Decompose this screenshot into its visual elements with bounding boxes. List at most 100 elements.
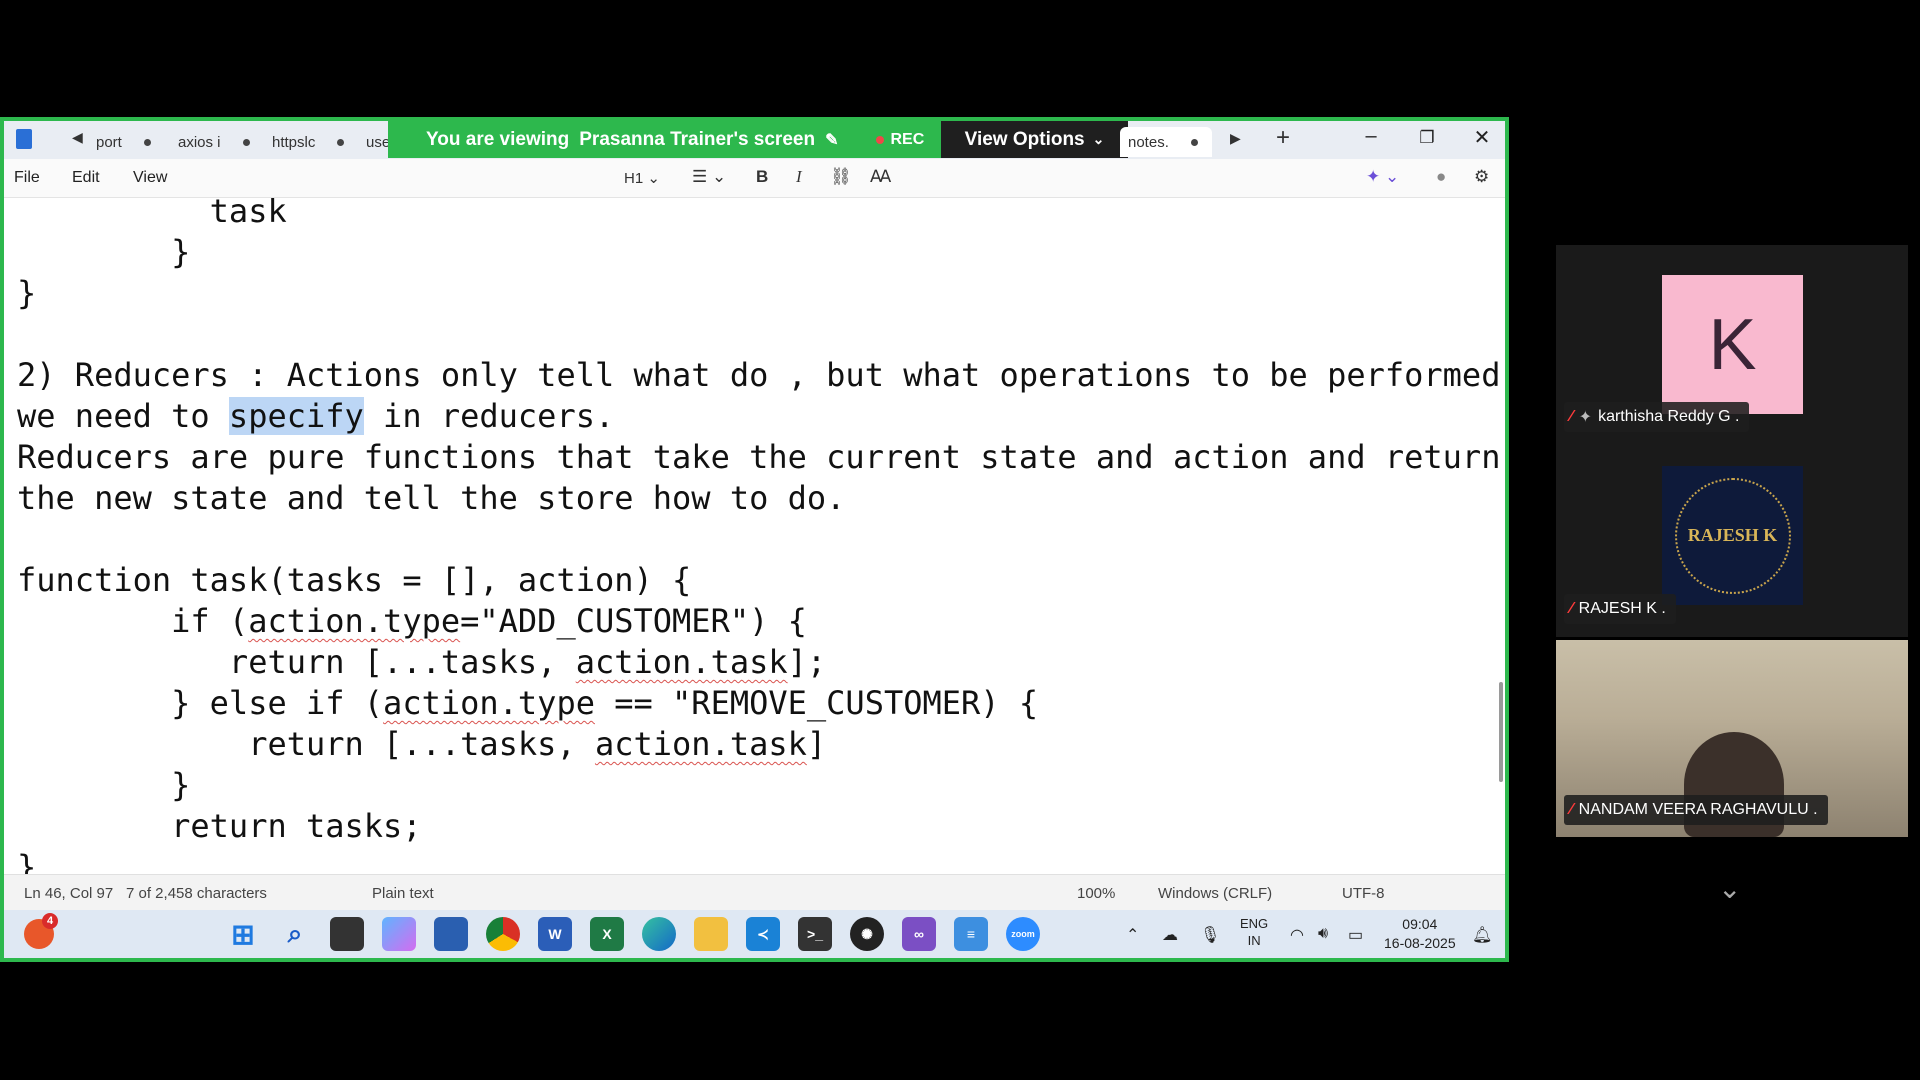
tab-httpslc[interactable]: httpslc — [272, 127, 345, 157]
chrome-icon[interactable] — [486, 917, 520, 951]
file-type: Plain text — [372, 885, 434, 902]
zoom-level[interactable]: 100% — [1077, 885, 1115, 902]
wifi-icon[interactable]: ◠ — [1290, 925, 1304, 945]
editor-line: return tasks; — [17, 807, 422, 845]
editor-line-spellcheck: return [...tasks, action.task]; — [17, 643, 827, 681]
unsaved-dot-icon — [143, 138, 151, 146]
account-icon[interactable]: ● — [1436, 167, 1446, 187]
copilot-app-icon[interactable] — [382, 917, 416, 951]
show-hidden-icons-chevron-up-icon[interactable]: ⌃ — [1126, 925, 1139, 945]
menu-view[interactable]: View — [133, 169, 167, 187]
encoding[interactable]: UTF-8 — [1342, 885, 1385, 902]
muted-mic-icon: ⁄ — [1570, 801, 1573, 818]
menu-bar: File Edit View H1 ⌄ ☰ ⌄ B I ⛓ Ꜳ ✦ ⌄ ● ⚙ — [4, 159, 1505, 198]
clock-time: 09:04 — [1402, 916, 1438, 932]
edge-icon[interactable] — [642, 917, 676, 951]
tab-axios[interactable]: axios i — [178, 127, 250, 157]
notepad-taskbar-icon[interactable]: ≡ — [954, 917, 988, 951]
clock-date: 16-08-2025 — [1384, 935, 1456, 951]
restore-icon[interactable]: ❐ — [1412, 128, 1442, 148]
character-count: 7 of 2,458 characters — [126, 885, 267, 902]
zoom-app-icon[interactable]: zoom — [1006, 917, 1040, 951]
italic-icon[interactable]: I — [796, 167, 802, 187]
settings-gear-icon[interactable]: ⚙ — [1474, 167, 1489, 187]
participant-video-tile[interactable]: ⁄ NANDAM VEERA RAGHAVULU . — [1556, 640, 1908, 837]
file-explorer-icon[interactable] — [694, 917, 728, 951]
chevron-down-icon: ⌄ — [1092, 131, 1105, 147]
annotate-icon[interactable]: ✎ — [825, 130, 838, 150]
participant-name: NANDAM VEERA RAGHAVULU . — [1578, 801, 1818, 818]
bold-icon[interactable]: B — [756, 167, 768, 187]
editor-line: } — [17, 766, 191, 804]
participant-nameplate: ⁄ ✦ karthisha Reddy G . — [1564, 402, 1750, 432]
close-icon[interactable]: ✕ — [1467, 125, 1497, 150]
language-indicator[interactable]: ENG IN — [1240, 915, 1268, 949]
notifications-bell-icon[interactable]: 🔔︎ — [1472, 925, 1492, 945]
clear-formatting-icon[interactable]: Ꜳ — [870, 167, 891, 187]
vertical-scrollbar[interactable] — [1499, 682, 1503, 782]
minimize-icon[interactable]: – — [1356, 125, 1386, 148]
tab-label: port — [96, 133, 122, 151]
recording-indicator: REC — [876, 131, 924, 149]
unsaved-dot-icon — [242, 138, 250, 146]
list-dropdown-icon[interactable]: ☰ ⌄ — [692, 167, 726, 187]
microphone-icon[interactable]: 🎙︎ — [1200, 925, 1220, 945]
selected-text: specify — [228, 397, 364, 435]
chevron-down-icon[interactable]: ⌄ — [1718, 872, 1741, 905]
status-bar: Ln 46, Col 97 7 of 2,458 characters Plai… — [4, 874, 1505, 911]
chatgpt-icon[interactable]: ✺ — [850, 917, 884, 951]
presenter-name: Prasanna Trainer's screen — [579, 128, 816, 150]
cursor-position: Ln 46, Col 97 — [24, 885, 114, 902]
heading-dropdown[interactable]: H1 ⌄ — [624, 169, 660, 187]
participant-tile[interactable]: K ⁄ ✦ karthisha Reddy G . — [1556, 245, 1908, 441]
volume-icon[interactable]: 🔊︎ — [1318, 925, 1328, 943]
tab-label: use — [366, 133, 391, 151]
participant-tile[interactable]: RAJESH K ⁄ RAJESH K . — [1556, 441, 1908, 637]
editor-line: } — [17, 274, 37, 312]
heading-label: H1 — [624, 170, 644, 187]
shared-screen: ◀ port axios i httpslc use You are viewi… — [0, 117, 1509, 962]
scroll-tabs-right-icon[interactable]: ▶ — [1230, 130, 1241, 147]
view-options-button[interactable]: View Options ⌄ — [941, 121, 1128, 158]
menu-edit[interactable]: Edit — [72, 169, 100, 187]
visual-studio-icon[interactable]: ∞ — [902, 917, 936, 951]
participant-nameplate: ⁄ NANDAM VEERA RAGHAVULU . — [1564, 795, 1828, 825]
notification-badge: 4 — [42, 913, 58, 929]
rec-label: REC — [890, 130, 925, 148]
search-icon[interactable]: ⌕ — [278, 917, 312, 951]
tab-notes[interactable]: notes. — [1120, 127, 1212, 157]
vscode-icon[interactable]: ≺ — [746, 917, 780, 951]
store-icon[interactable] — [434, 917, 468, 951]
system-clock[interactable]: 09:04 16-08-2025 — [1384, 915, 1456, 953]
windows-start-icon[interactable]: ⊞ — [226, 917, 260, 951]
pin-icon: ✦ — [1578, 409, 1593, 426]
editor-line: } — [17, 233, 191, 271]
excel-icon[interactable]: X — [590, 917, 624, 951]
link-icon[interactable]: ⛓ — [830, 167, 852, 187]
text-editor[interactable]: task }} 2) Reducers : Actions only tell w… — [4, 198, 1505, 874]
menu-file[interactable]: File — [14, 169, 40, 187]
copilot-icon[interactable]: ✦ ⌄ — [1366, 167, 1399, 187]
word-icon[interactable]: W — [538, 917, 572, 951]
battery-icon[interactable]: ▭ — [1348, 925, 1363, 945]
editor-line-spellcheck: if (action.type="ADD_CUSTOMER") { — [17, 602, 807, 640]
terminal-icon[interactable]: >_ — [798, 917, 832, 951]
new-tab-icon[interactable]: + — [1276, 124, 1290, 152]
editor-line: task — [17, 198, 287, 230]
scroll-tabs-left-icon[interactable]: ◀ — [72, 129, 83, 146]
onedrive-cloud-icon[interactable]: ☁ — [1162, 925, 1178, 945]
editor-line: function task(tasks = [], action) { — [17, 561, 692, 599]
line-ending[interactable]: Windows (CRLF) — [1158, 885, 1272, 902]
task-view-icon[interactable] — [330, 917, 364, 951]
tab-label: notes. — [1128, 133, 1169, 151]
muted-mic-icon: ⁄ — [1570, 600, 1573, 617]
tab-use[interactable]: use — [366, 127, 390, 157]
viewing-text: You are viewing — [426, 128, 570, 150]
editor-line: Reducers are pure functions that take th… — [17, 438, 1501, 476]
editor-line-spellcheck: } else if (action.type == "REMOVE_CUSTOM… — [17, 684, 1039, 722]
notepad-icon — [16, 129, 32, 149]
notification-app-icon[interactable]: 4 — [24, 913, 58, 949]
tab-port[interactable]: port — [96, 127, 151, 157]
